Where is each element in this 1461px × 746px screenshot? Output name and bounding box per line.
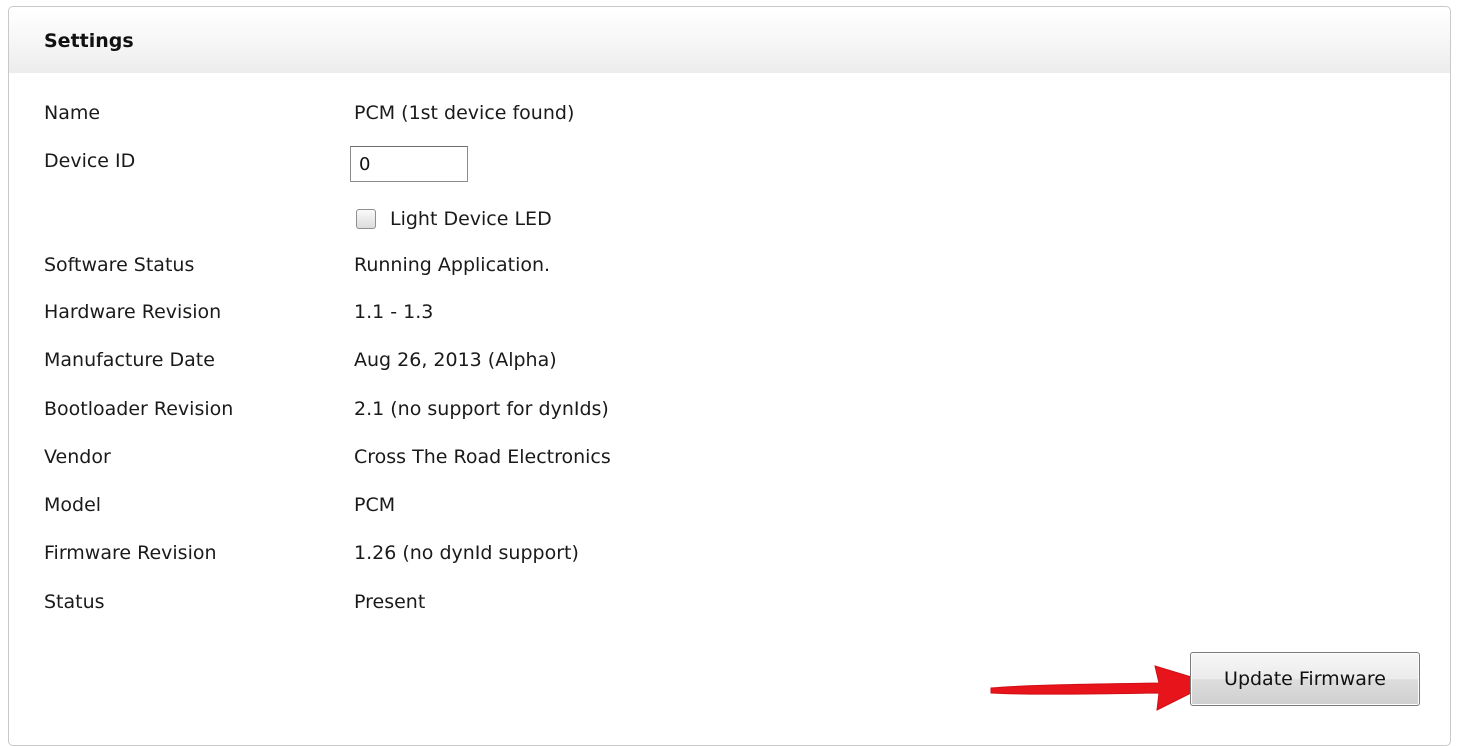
model-value: PCM xyxy=(354,494,396,516)
update-firmware-button[interactable]: Update Firmware xyxy=(1190,652,1420,706)
name-row: Name PCM (1st device found) xyxy=(9,98,1450,128)
manufacture-date-value: Aug 26, 2013 (Alpha) xyxy=(354,349,557,371)
name-label: Name xyxy=(44,102,101,124)
settings-header: Settings xyxy=(9,7,1450,73)
device-id-label: Device ID xyxy=(44,150,136,172)
checkbox-icon[interactable] xyxy=(356,209,376,229)
light-led-row: Light Device LED xyxy=(9,204,1450,234)
bootloader-revision-label: Bootloader Revision xyxy=(44,398,234,420)
model-row: Model PCM xyxy=(9,490,1450,520)
firmware-revision-label: Firmware Revision xyxy=(44,542,217,564)
software-status-label: Software Status xyxy=(44,254,195,276)
vendor-row: Vendor Cross The Road Electronics xyxy=(9,442,1450,472)
model-label: Model xyxy=(44,494,102,516)
firmware-revision-row: Firmware Revision 1.26 (no dynId support… xyxy=(9,538,1450,568)
hardware-revision-label: Hardware Revision xyxy=(44,301,222,323)
status-label: Status xyxy=(44,591,105,613)
settings-title: Settings xyxy=(44,30,134,52)
software-status-row: Software Status Running Application. xyxy=(9,250,1450,280)
name-value: PCM (1st device found) xyxy=(354,102,575,124)
vendor-value: Cross The Road Electronics xyxy=(354,446,611,468)
manufacture-date-label: Manufacture Date xyxy=(44,349,215,371)
hardware-revision-value: 1.1 - 1.3 xyxy=(354,301,434,323)
firmware-revision-value: 1.26 (no dynId support) xyxy=(354,542,579,564)
light-led-checkbox[interactable]: Light Device LED xyxy=(356,204,552,234)
hardware-revision-row: Hardware Revision 1.1 - 1.3 xyxy=(9,297,1450,327)
right-arrow-icon xyxy=(990,665,1213,711)
bootloader-revision-value: 2.1 (no support for dynIds) xyxy=(354,398,609,420)
light-led-label[interactable]: Light Device LED xyxy=(390,208,552,230)
bootloader-revision-row: Bootloader Revision 2.1 (no support for … xyxy=(9,394,1450,424)
status-value: Present xyxy=(354,591,426,613)
device-id-row: Device ID xyxy=(9,146,1450,182)
status-row: Status Present xyxy=(9,587,1450,617)
device-id-input[interactable] xyxy=(350,146,468,182)
vendor-label: Vendor xyxy=(44,446,111,468)
settings-panel: Settings Name PCM (1st device found) Dev… xyxy=(8,6,1451,746)
manufacture-date-row: Manufacture Date Aug 26, 2013 (Alpha) xyxy=(9,345,1450,375)
software-status-value: Running Application. xyxy=(354,254,551,276)
